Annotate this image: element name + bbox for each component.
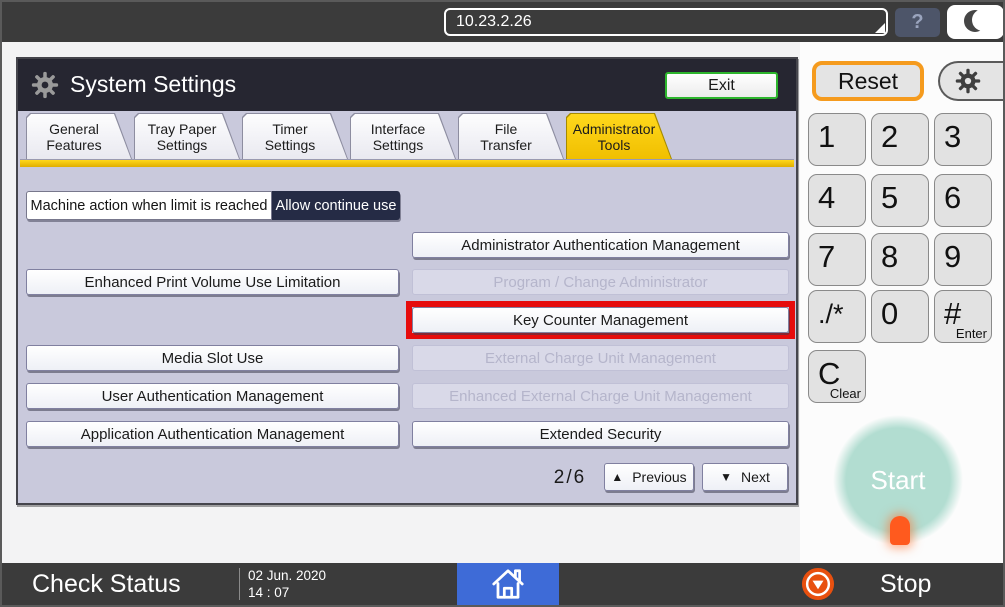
keypad-enter[interactable]: # Enter bbox=[934, 290, 992, 343]
help-icon: ? bbox=[911, 11, 923, 34]
admin-authentication-management-button[interactable]: Administrator Authentication Management bbox=[412, 232, 789, 258]
gear-icon bbox=[30, 70, 60, 100]
page-title: System Settings bbox=[70, 71, 236, 98]
active-tab-strip bbox=[20, 159, 794, 167]
next-page-button[interactable]: ▼ Next bbox=[702, 463, 788, 491]
panel-title-bar: System Settings Exit bbox=[18, 59, 796, 111]
check-status-button[interactable]: Check Status bbox=[32, 563, 181, 605]
tab-file-transfer[interactable]: File Transfer bbox=[458, 113, 564, 159]
keypad-4[interactable]: 4 bbox=[808, 174, 866, 227]
keypad-1[interactable]: 1 bbox=[808, 113, 866, 166]
exit-button[interactable]: Exit bbox=[665, 72, 778, 99]
reset-button[interactable]: Reset bbox=[812, 61, 924, 101]
keypad-5[interactable]: 5 bbox=[871, 174, 929, 227]
extended-security-button[interactable]: Extended Security bbox=[412, 421, 789, 447]
time-line: 14 : 07 bbox=[248, 584, 326, 601]
start-label: Start bbox=[871, 465, 926, 496]
home-button[interactable] bbox=[457, 563, 559, 605]
keypad-0[interactable]: 0 bbox=[871, 290, 929, 343]
keypad-7[interactable]: 7 bbox=[808, 233, 866, 286]
date-time: 02 Jun. 2020 14 : 07 bbox=[248, 567, 326, 601]
stop-button[interactable]: Stop bbox=[880, 563, 931, 605]
settings-gear-icon bbox=[954, 67, 982, 95]
page-indicator: 2/6 bbox=[538, 467, 602, 489]
tab-administrator-tools[interactable]: Administrator Tools bbox=[566, 113, 672, 159]
clear-sublabel: Clear bbox=[830, 386, 861, 401]
settings-key-button[interactable] bbox=[938, 61, 1005, 101]
program-change-administrator-button: Program / Change Administrator bbox=[412, 269, 789, 295]
tab-general-features[interactable]: General Features bbox=[26, 113, 132, 159]
ip-address-value: 10.23.2.26 bbox=[456, 13, 532, 30]
limit-action-label: Machine action when limit is reached bbox=[26, 191, 272, 220]
enter-sublabel: Enter bbox=[956, 326, 987, 341]
keypad-2[interactable]: 2 bbox=[871, 113, 929, 166]
date-line: 02 Jun. 2020 bbox=[248, 567, 326, 584]
keypad-3[interactable]: 3 bbox=[934, 113, 992, 166]
start-indicator-light bbox=[890, 516, 910, 545]
keypad-9[interactable]: 9 bbox=[934, 233, 992, 286]
hardware-key-panel: Reset 1 2 3 4 5 6 7 8 9 ./* 0 # bbox=[800, 42, 1005, 567]
media-slot-use-button[interactable]: Media Slot Use bbox=[26, 345, 399, 371]
key-counter-management-button[interactable]: Key Counter Management bbox=[412, 307, 789, 333]
external-charge-unit-button: External Charge Unit Management bbox=[412, 345, 789, 371]
limit-action-value[interactable]: Allow continue use bbox=[272, 191, 400, 220]
energy-saver-button[interactable] bbox=[947, 5, 1004, 39]
tab-interface-settings[interactable]: Interface Settings bbox=[350, 113, 456, 159]
keypad-6[interactable]: 6 bbox=[934, 174, 992, 227]
system-settings-panel: System Settings Exit General Features Tr… bbox=[16, 57, 798, 505]
stop-icon[interactable] bbox=[801, 567, 835, 601]
enhanced-external-charge-unit-button: Enhanced External Charge Unit Management bbox=[412, 383, 789, 409]
help-button[interactable]: ? bbox=[895, 8, 940, 37]
enhanced-print-volume-button[interactable]: Enhanced Print Volume Use Limitation bbox=[26, 269, 399, 295]
keypad-8[interactable]: 8 bbox=[871, 233, 929, 286]
ip-address-field[interactable]: 10.23.2.26 bbox=[444, 8, 888, 36]
previous-page-button[interactable]: ▲ Previous bbox=[604, 463, 694, 491]
top-status-bar: 10.23.2.26 ? bbox=[2, 2, 1003, 42]
tab-timer-settings[interactable]: Timer Settings bbox=[242, 113, 348, 159]
keypad-clear[interactable]: C Clear bbox=[808, 350, 866, 403]
tab-tray-paper-settings[interactable]: Tray Paper Settings bbox=[134, 113, 240, 159]
key-counter-highlight-box: Key Counter Management bbox=[406, 301, 795, 339]
divider bbox=[239, 568, 240, 600]
user-authentication-management-button[interactable]: User Authentication Management bbox=[26, 383, 399, 409]
keypad-star[interactable]: ./* bbox=[808, 290, 866, 343]
home-icon bbox=[489, 565, 527, 603]
down-triangle-icon: ▼ bbox=[720, 470, 732, 484]
crescent-moon-icon bbox=[964, 10, 988, 34]
bottom-status-bar: Check Status 02 Jun. 2020 14 : 07 bbox=[2, 563, 1003, 605]
up-triangle-icon: ▲ bbox=[611, 470, 623, 484]
application-authentication-management-button[interactable]: Application Authentication Management bbox=[26, 421, 399, 447]
device-screen: 10.23.2.26 ? System Settings Exit bbox=[0, 0, 1005, 607]
